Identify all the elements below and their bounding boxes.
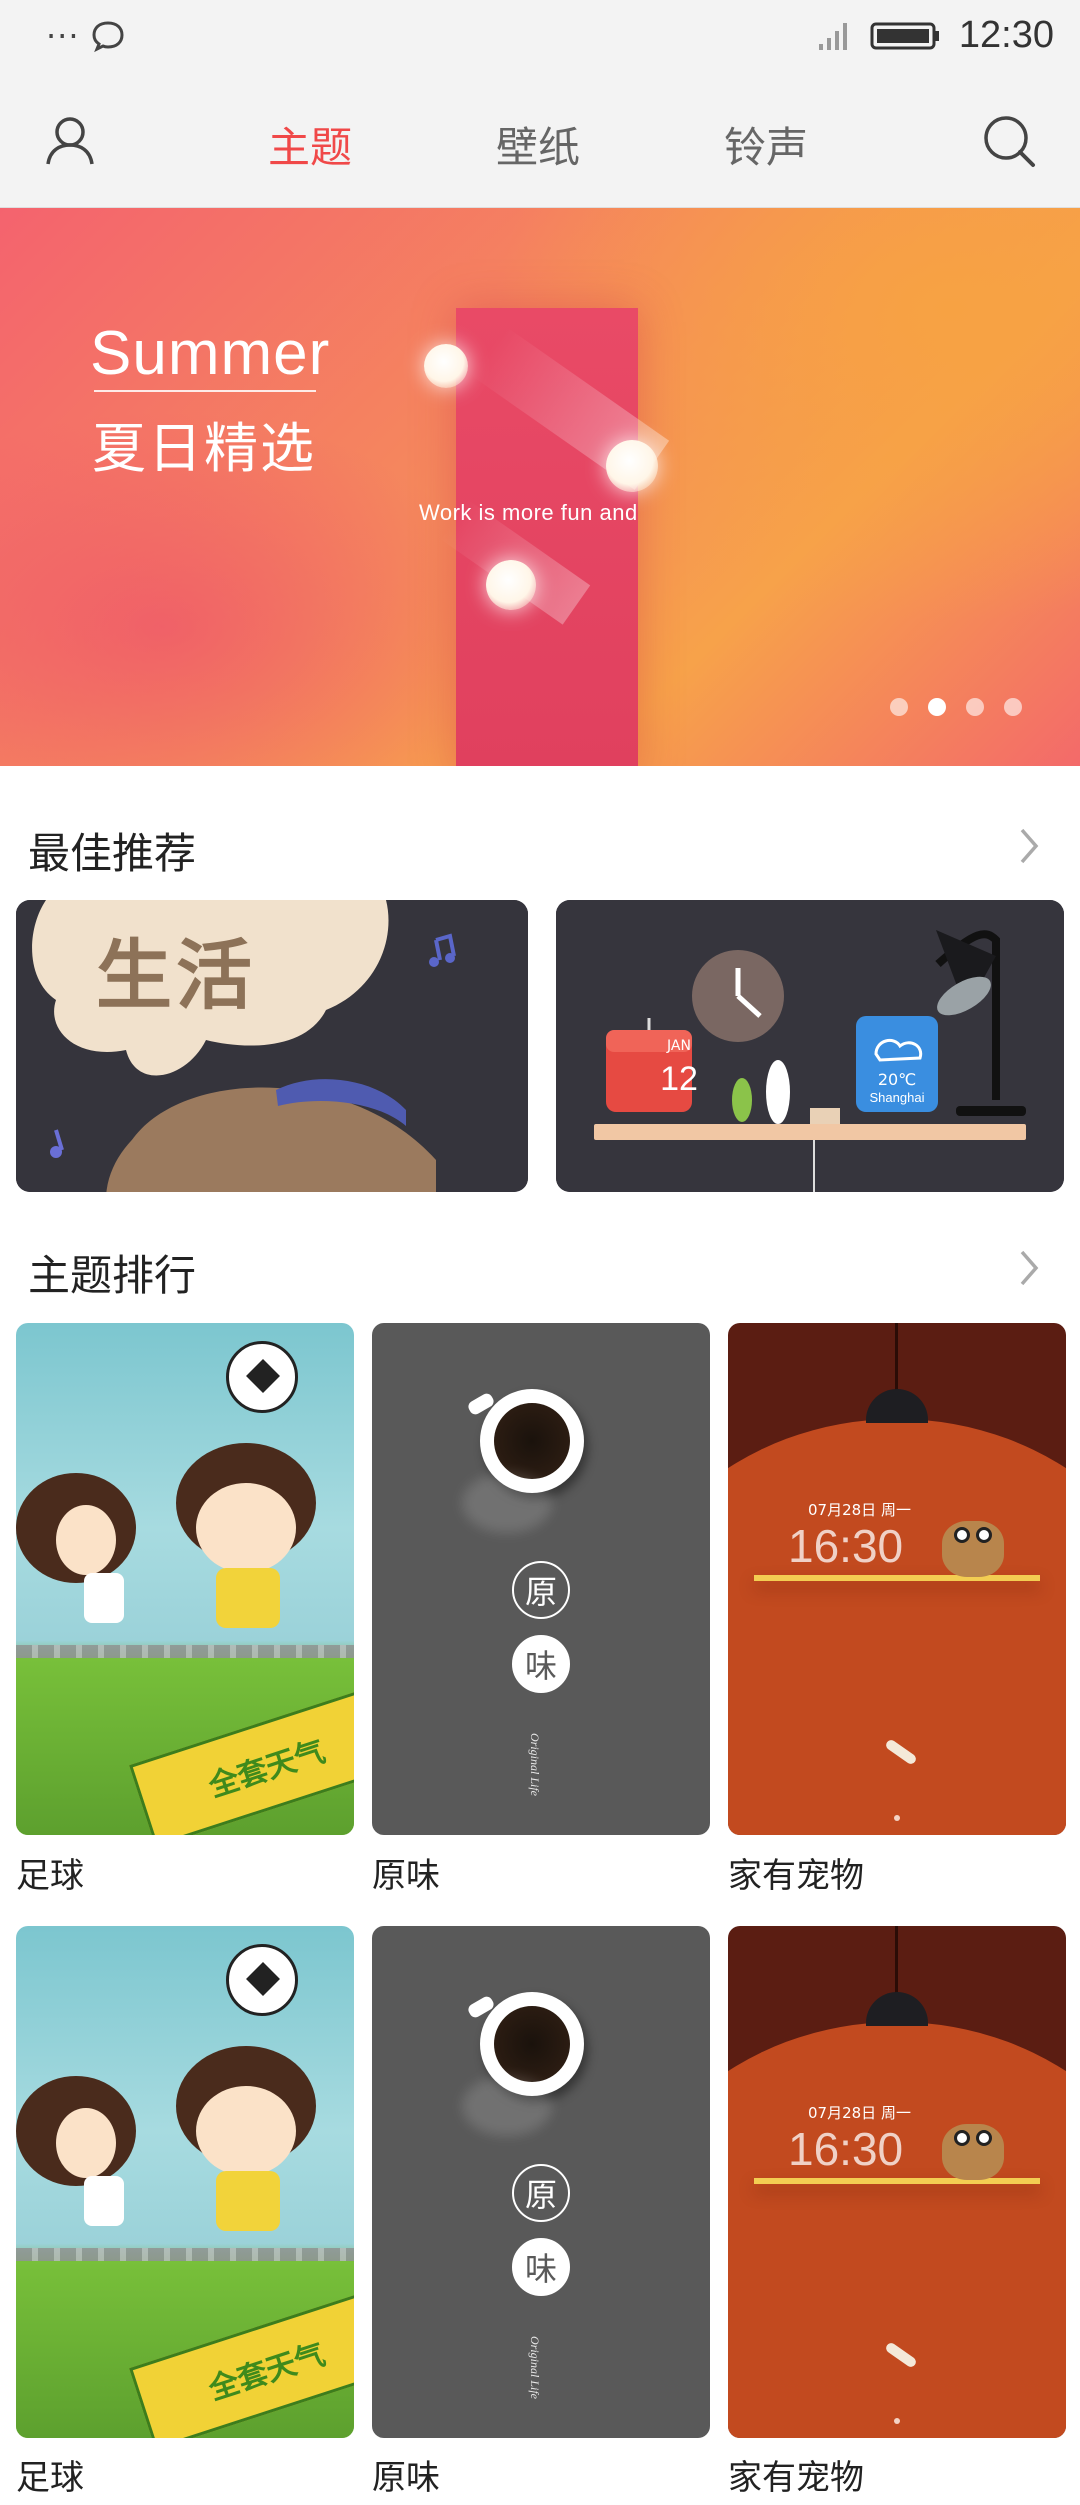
theme-name[interactable]: 足球 [16,1848,84,1897]
section-title: 主题排行 [28,1251,197,1300]
recommend-card-life[interactable]: 生活 [16,900,528,1192]
calendar-day: 12 [660,1060,698,1098]
light-orb [486,560,536,610]
desk-illustration [556,900,1064,1192]
theme-name[interactable]: 家有宠物 [728,2450,864,2499]
carousel-dot [890,698,908,716]
girl-face [56,2108,116,2178]
life-title: 生活 [96,931,256,1020]
lock-date: 07月28日 周一 [808,1501,911,1519]
theme-thumb-pets[interactable]: 07月28日 周一 16:30 [728,1926,1066,2438]
theme-thumb-original[interactable]: 原 味 Original Life [372,1323,710,1835]
lock-time: 16:30 [788,1520,904,1572]
carousel-dot-active [928,698,946,716]
weather-temp: 20℃ [877,1070,917,1089]
light-orb [424,344,468,388]
original-char: 原 [512,2164,570,2222]
top-nav: 主题 壁纸 铃声 [0,72,1080,208]
theme-name[interactable]: 原味 [372,1848,440,1897]
banner-caption: Work is more fun and [419,500,638,525]
lock-time: 16:30 [788,2123,904,2175]
chevron-right-icon[interactable] [1010,824,1046,868]
home-dot [894,2418,900,2424]
tab-ringtones[interactable]: 铃声 [724,114,808,175]
lock-date: 07月28日 周一 [808,2104,911,2122]
more-notifications-icon: ··· [46,17,80,55]
signal-icon [818,22,847,50]
life-illustration [16,900,528,1192]
clock: 12:30 [958,14,1054,56]
ranking-header[interactable]: 主题排行 [0,1222,1080,1312]
theme-thumb-football[interactable]: 全套天气 [16,1323,354,1835]
recommend-header[interactable]: 最佳推荐 [0,800,1080,890]
boy-shirt [216,2171,280,2231]
lamp-cord [895,1926,898,1996]
calendar-month: JAN [667,1038,691,1054]
soccer-ball-icon [226,1341,298,1413]
girl-shirt [84,2176,124,2226]
pet-wall-arc [728,1419,1066,1835]
pet-wall-arc [728,2022,1066,2438]
coffee-steam [462,1473,552,1533]
theme-thumb-original[interactable]: 原 味 Original Life [372,1926,710,2438]
weather-city: Shanghai [869,1090,925,1105]
boy-face [196,2086,296,2176]
soccer-ball-icon [226,1944,298,2016]
dog-icon [942,1521,1004,1577]
message-icon [92,21,124,53]
section-title: 最佳推荐 [28,829,197,878]
flavor-char: 味 [512,1635,570,1693]
banner-title-en: Summer [90,319,331,388]
theme-thumb-football[interactable]: 全套天气 [16,1926,354,2438]
user-icon[interactable] [42,112,98,168]
flavor-char: 味 [512,2238,570,2296]
pet-shelf [754,1575,1040,1581]
search-icon[interactable] [980,112,1038,170]
carousel-dot [966,698,984,716]
carousel-dot [1004,698,1022,716]
status-bar: ··· 12:30 [0,0,1080,72]
carousel-indicator [890,698,1022,716]
pet-shelf [754,2178,1040,2184]
coffee-steam [462,2076,552,2136]
promo-banner[interactable]: Summer 夏日精选 Work is more fun and [0,208,1080,766]
tab-themes[interactable]: 主题 [268,114,352,175]
theme-thumb-pets[interactable]: 07月28日 周一 16:30 [728,1323,1066,1835]
banner-divider [94,390,316,392]
original-char: 原 [512,1561,570,1619]
original-life-text: Original Life [528,2336,542,2400]
recommend-card-desk[interactable]: JAN 12 20℃ Shanghai [556,900,1064,1192]
home-dot [894,1815,900,1821]
girl-face [56,1505,116,1575]
tab-wallpapers[interactable]: 壁纸 [496,114,580,175]
banner-title-cn: 夏日精选 [92,417,316,480]
original-life-text: Original Life [528,1733,542,1797]
theme-name[interactable]: 家有宠物 [728,1848,864,1897]
theme-name[interactable]: 原味 [372,2450,440,2499]
chevron-right-icon[interactable] [1010,1246,1046,1290]
theme-name[interactable]: 足球 [16,2450,84,2499]
dog-icon [942,2124,1004,2180]
battery-icon [870,22,939,49]
lamp-cord [895,1323,898,1393]
boy-shirt [216,1568,280,1628]
light-orb [606,440,658,492]
boy-face [196,1483,296,1573]
girl-shirt [84,1573,124,1623]
notification-icons: ··· [46,18,126,54]
